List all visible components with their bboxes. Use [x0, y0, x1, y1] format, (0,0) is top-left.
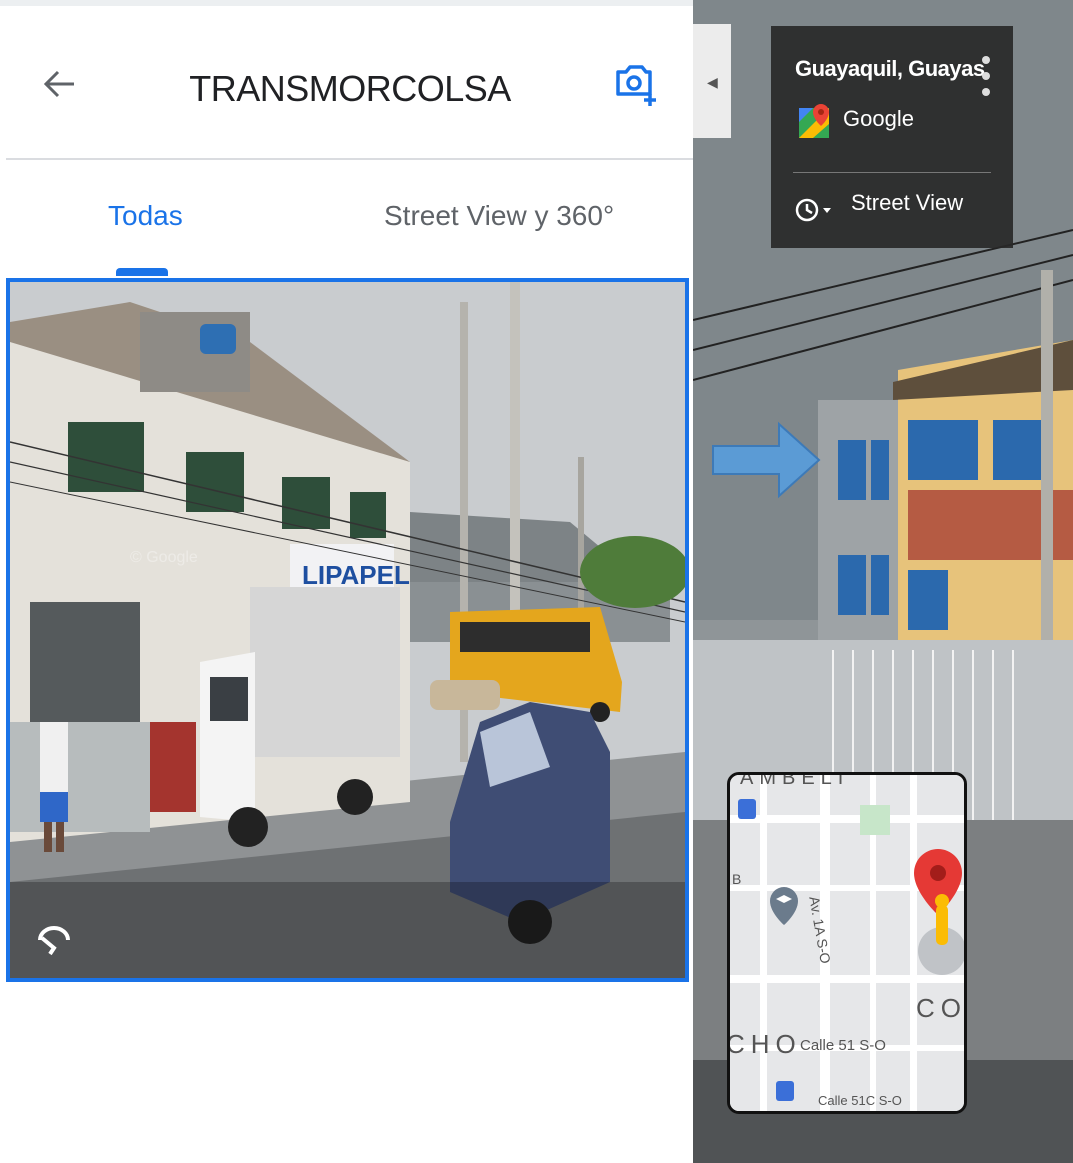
location-info-card: Guayaquil, Guayas Google Street View: [771, 26, 1013, 248]
street-scene-image: LIPAPEL © Google: [10, 282, 685, 978]
tab-selected-indicator: [116, 268, 168, 276]
google-maps-icon: [799, 104, 829, 138]
back-arrow-icon[interactable]: [40, 64, 80, 104]
left-panel: TRANSMORCOLSA Todas Street View y 360° L…: [0, 0, 693, 1163]
header-divider: [6, 158, 693, 160]
chevron-left-icon: ◀: [707, 74, 718, 90]
collapse-panel-button[interactable]: ◀: [693, 24, 731, 138]
page-title: TRANSMORCOLSA: [189, 68, 511, 109]
header-bar: TRANSMORCOLSA: [0, 6, 693, 158]
mini-map[interactable]: Av. 1A S-O Calle 51 S-O Calle 51C S-O CO…: [727, 772, 967, 1114]
mini-map-streets: [730, 775, 964, 1111]
more-options-icon[interactable]: [977, 54, 995, 98]
neighborhood-label-left: CHO: [727, 1029, 802, 1059]
neighborhood-label-right: CO: [916, 993, 967, 1023]
rotate-360-icon: [38, 926, 70, 956]
map-letter-b: B: [732, 871, 742, 887]
store-sign-text: LIPAPEL: [302, 560, 410, 590]
street-label-calle51: Calle 51 S-O: [800, 1037, 886, 1054]
neighborhood-label-top: AMBELI: [740, 772, 850, 789]
street-view-label: Street View: [851, 190, 964, 215]
history-clock-icon[interactable]: [793, 194, 835, 226]
card-divider: [793, 172, 991, 173]
google-watermark: © Google: [130, 549, 198, 566]
location-title: Guayaquil, Guayas: [795, 56, 985, 81]
street-view-panel: ◀ Guayaquil, Guayas Google Street View A…: [693, 0, 1073, 1163]
add-photo-icon[interactable]: [612, 60, 662, 110]
tab-todas[interactable]: Todas: [108, 200, 183, 232]
provider-label: Google: [843, 106, 914, 131]
tab-street-view-360[interactable]: Street View y 360°: [384, 200, 614, 232]
street-photo-thumbnail[interactable]: LIPAPEL © Google: [6, 278, 689, 982]
street-label-calle51c: Calle 51C S-O: [818, 1093, 902, 1108]
